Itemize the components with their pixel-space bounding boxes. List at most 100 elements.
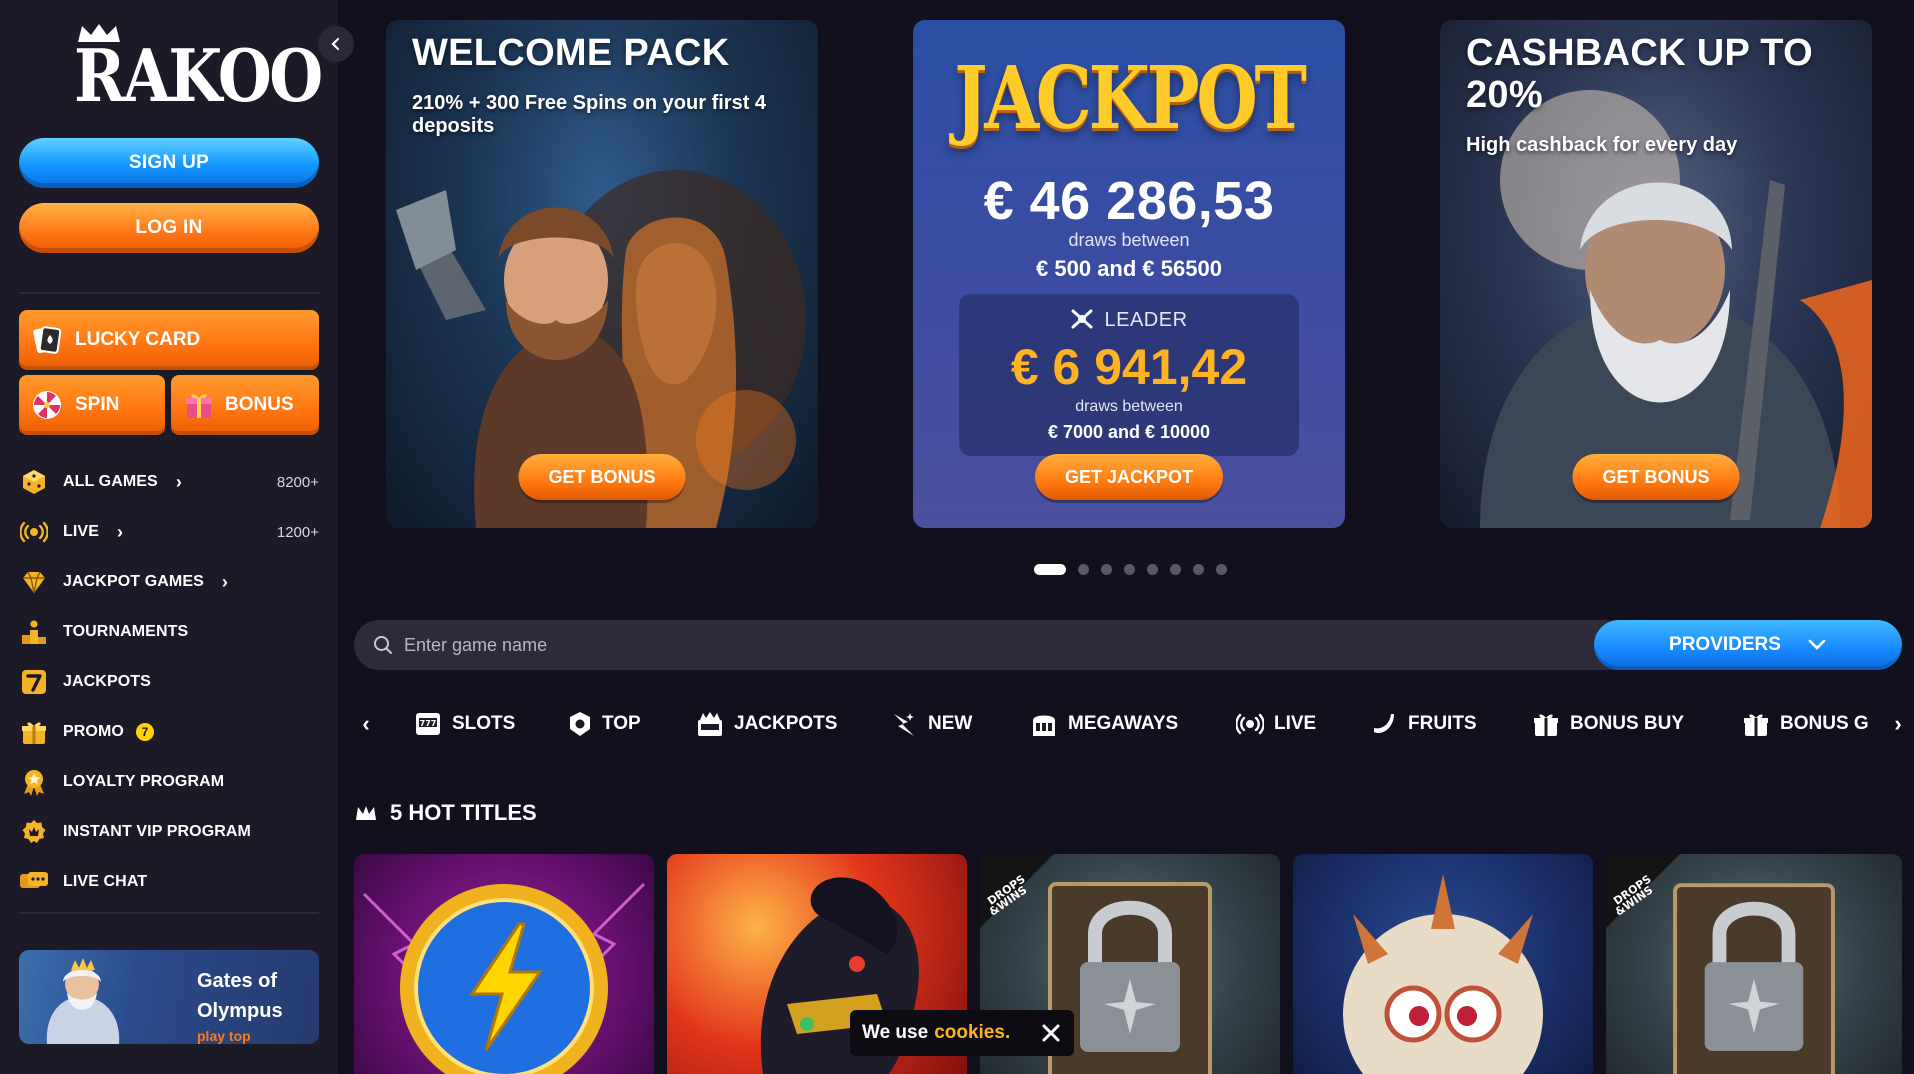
nav-label: PROMO — [63, 723, 124, 740]
cashback-banner[interactable]: CASHBACK UP TO 20% High cashback for eve… — [1440, 20, 1872, 528]
search-input[interactable] — [404, 620, 1404, 670]
spin-button[interactable]: SPIN — [19, 375, 165, 435]
banana-icon — [1374, 714, 1394, 734]
live-broadcast-icon — [1236, 713, 1264, 735]
carousel-dot[interactable] — [1034, 564, 1066, 575]
leader-row: LEADER — [959, 308, 1299, 332]
carousel-dot[interactable] — [1124, 564, 1135, 575]
carousel-dot[interactable] — [1147, 564, 1158, 575]
playing-card-icon — [33, 326, 62, 354]
category-prev-button[interactable]: ‹ — [354, 711, 378, 736]
carousel-dot[interactable] — [1170, 564, 1181, 575]
get-jackpot-button[interactable]: GET JACKPOT — [1034, 454, 1224, 500]
carousel-dot[interactable] — [1101, 564, 1112, 575]
category-next-button[interactable]: › — [1886, 711, 1902, 736]
get-bonus-button[interactable]: GET BONUS — [1572, 454, 1740, 500]
carousel-dot[interactable] — [1193, 564, 1204, 575]
providers-dropdown[interactable]: PROVIDERS — [1594, 620, 1902, 670]
carousel-dots[interactable] — [1034, 564, 1227, 575]
logo[interactable]: RAKOO — [74, 22, 323, 112]
cookie-link[interactable]: cookies. — [934, 1022, 1010, 1044]
divider — [19, 912, 319, 914]
banner-title: WELCOME PACK — [412, 32, 730, 74]
nav-count: 8200+ — [276, 473, 319, 491]
tab-megaways[interactable]: MEGAWAYS — [1030, 700, 1178, 748]
cookie-notice: We use cookies. — [850, 1010, 1074, 1056]
nav-loyalty-program[interactable]: LOYALTY PROGRAM — [19, 762, 319, 802]
game-card-blocked[interactable]: DROPS &WINS — [1606, 854, 1902, 1074]
tab-label: LIVE — [1274, 713, 1317, 734]
login-button[interactable]: LOG IN — [19, 203, 319, 253]
tab-label: MEGAWAYS — [1068, 713, 1179, 734]
nav-jackpots[interactable]: JACKPOTS — [19, 662, 319, 702]
collapse-sidebar-button[interactable] — [318, 26, 354, 62]
tab-bonus-games[interactable]: BONUS G — [1742, 700, 1869, 748]
vip-badge-icon — [19, 817, 49, 847]
jackpot-title: JACKPOT — [954, 48, 1307, 149]
svg-text:777: 777 — [420, 719, 437, 728]
carousel-dot[interactable] — [1216, 564, 1227, 575]
chevron-right-icon: › — [221, 571, 228, 592]
get-bonus-button[interactable]: GET BONUS — [518, 454, 686, 500]
banner-subtitle: High cashback for every day — [1466, 134, 1738, 156]
leader-label: LEADER — [1104, 309, 1188, 331]
bonus-button[interactable]: BONUS — [171, 375, 319, 435]
tab-fruits[interactable]: FRUITS — [1370, 700, 1477, 748]
jackpot-banner[interactable]: JACKPOT € 46 286,53 draws between € 500 … — [913, 20, 1345, 528]
diamond-icon — [19, 567, 49, 597]
tab-live[interactable]: LIVE — [1236, 700, 1316, 748]
tab-new[interactable]: NEW — [890, 700, 972, 748]
nav-instant-vip-program[interactable]: INSTANT VIP PROGRAM — [19, 812, 319, 852]
leader-panel: LEADER € 6 941,42 draws between € 7000 a… — [959, 294, 1299, 456]
nav-label: JACKPOTS — [63, 673, 151, 690]
lucky-card-button[interactable]: LUCKY CARD — [19, 310, 319, 370]
tab-top[interactable]: TOP — [568, 700, 641, 748]
monster-art — [1343, 874, 1543, 1074]
featured-game-card[interactable]: Gates of Olympus play top — [19, 950, 319, 1044]
seven-slot-icon — [19, 667, 49, 697]
tab-label: TOP — [602, 713, 641, 734]
promo-count-badge: 7 — [135, 723, 154, 741]
lightning-coin-art — [362, 882, 646, 1074]
chevron-left-icon — [331, 37, 340, 51]
gift-icon — [1744, 714, 1768, 736]
tab-label: SLOTS — [452, 713, 516, 734]
tab-label: FRUITS — [1408, 713, 1477, 734]
nav-live-chat[interactable]: LIVE CHAT — [19, 862, 319, 902]
leader-amount: € 6 941,42 — [1010, 339, 1248, 395]
carousel-dot[interactable] — [1078, 564, 1089, 575]
nav-jackpot-games[interactable]: JACKPOT GAMES › — [19, 562, 319, 602]
megaways-icon — [1033, 715, 1055, 736]
featured-game-title: Gates of Olympus — [197, 970, 283, 1022]
chevron-right-icon: › — [116, 521, 123, 542]
providers-label: PROVIDERS — [1669, 634, 1781, 655]
signup-button[interactable]: SIGN UP — [19, 138, 319, 188]
nav-live[interactable]: LIVE › 1200+ — [19, 512, 319, 552]
nav-label: JACKPOT GAMES — [63, 573, 204, 590]
leader-draws-label: draws between — [1075, 398, 1183, 415]
lucky-card-label: LUCKY CARD — [75, 329, 201, 350]
tab-label: JACKPOTS — [734, 713, 838, 734]
jackpot-machine-icon — [698, 712, 722, 736]
close-icon[interactable] — [1040, 1022, 1062, 1044]
top-badge-icon — [570, 712, 590, 736]
nav-promo[interactable]: PROMO 7 — [19, 712, 319, 752]
crossed-swords-icon — [1071, 309, 1093, 329]
welcome-pack-banner[interactable]: WELCOME PACK 210% + 300 Free Spins on yo… — [386, 20, 818, 528]
tab-jackpots[interactable]: JACKPOTS — [696, 700, 837, 748]
game-card-lightning[interactable] — [354, 854, 654, 1074]
cookie-text: We use — [862, 1022, 929, 1043]
tab-label: NEW — [928, 713, 973, 734]
game-card-monster[interactable] — [1293, 854, 1593, 1074]
nav-label: ALL GAMES — [63, 473, 158, 490]
tab-bonus-buy[interactable]: BONUS BUY — [1532, 700, 1684, 748]
dice-cube-icon — [19, 467, 49, 497]
tab-slots[interactable]: 777 SLOTS — [414, 700, 515, 748]
hot-titles-heading: 5 HOT TITLES — [354, 800, 537, 826]
nav-all-games[interactable]: ALL GAMES › 8200+ — [19, 462, 319, 502]
nav-tournaments[interactable]: TOURNAMENTS — [19, 612, 319, 652]
new-sparkle-icon — [894, 713, 914, 736]
featured-game-subtitle: play top — [197, 1028, 251, 1044]
page: RAKOO SIGN UP LOG IN LUCKY CARD SPIN BON… — [0, 0, 1914, 1074]
sidebar: RAKOO SIGN UP LOG IN LUCKY CARD SPIN BON… — [0, 0, 338, 1074]
